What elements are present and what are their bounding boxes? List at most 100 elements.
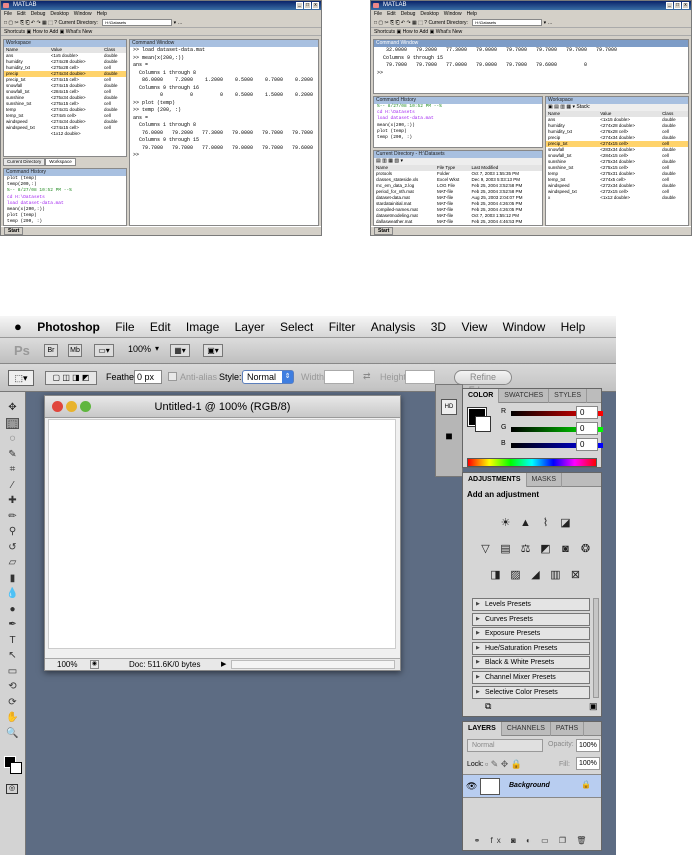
eraser-tool-icon[interactable]: ▱ [6,557,19,568]
close-icon[interactable]: x [682,2,689,9]
tab-swatches[interactable]: SWATCHES [499,389,550,403]
screen-mode-icon[interactable]: ▣▾ [203,344,223,357]
current-dir-field[interactable]: H:\Datasets [102,19,173,27]
curves-icon[interactable]: ⌇ [539,517,552,530]
tab-styles[interactable]: STYLES [549,389,588,403]
blur-tool-icon[interactable]: 💧 [6,588,19,599]
document-zoom[interactable]: 100% [57,659,77,670]
zoom-level[interactable]: 100% [128,344,151,354]
crop-tool-icon[interactable]: ⌗ [6,464,19,475]
close-icon[interactable] [52,401,63,412]
menu-debug[interactable]: Debug [31,11,46,17]
quick-select-tool-icon[interactable]: ✎ [6,449,19,460]
feather-input[interactable]: 0 px [134,370,162,384]
menu-help[interactable]: Help [561,316,586,338]
whats-new-link[interactable]: What's New [66,29,93,35]
dir-toolbar[interactable]: ▤ ▥ ▦ ▧ ▾ [374,158,542,165]
menu-desktop[interactable]: Desktop [420,11,438,17]
marquee-tool-preset-icon[interactable]: ⬚▾ [8,370,34,386]
menu-filter[interactable]: Filter [329,316,356,338]
tab-channels[interactable]: CHANNELS [502,722,551,736]
invert-icon[interactable]: ◨ [489,569,502,582]
canvas[interactable] [48,419,396,649]
tab-current-directory[interactable]: Current Directory [3,158,46,166]
swap-dimensions-icon[interactable]: ⇄ [363,371,371,382]
minimize-icon[interactable] [66,401,77,412]
blend-mode-select[interactable]: Normal [467,739,543,752]
menu-photoshop[interactable]: Photoshop [37,316,100,338]
history-brush-icon[interactable]: ↺ [6,542,19,553]
tab-workspace[interactable]: Workspace [45,158,76,166]
antialias-checkbox[interactable] [168,372,177,381]
clone-stamp-icon[interactable]: ⚲ [6,526,19,537]
shortcuts-label[interactable]: Shortcuts [374,29,395,35]
tab-adjustments[interactable]: ADJUSTMENTS [463,473,527,487]
hand-tool-icon[interactable]: ✋ [6,712,19,723]
posterize-icon[interactable]: ▨ [509,569,522,582]
color-balance-icon[interactable]: ⚖ [519,543,532,556]
pen-tool-icon[interactable]: ✒ [6,619,19,630]
arrange-documents-icon[interactable]: ▦▾ [170,344,190,357]
layer-row-background[interactable]: 👁 Background 🔒 [463,774,601,798]
menu-file[interactable]: File [374,11,382,17]
healing-brush-icon[interactable]: ✚ [6,495,19,506]
preset-item[interactable]: Levels Presets [472,598,590,611]
refine-edge-button[interactable]: Refine Edge... [454,370,512,395]
gradient-tool-icon[interactable]: ▮ [6,573,19,584]
selective-color-icon[interactable]: ⊠ [569,569,582,582]
toolbar-icons[interactable]: □ ▢ ✂ ⎘ ⎗ ↶ ↷ ▦ ⬚ ? [374,20,427,26]
photo-filter-icon[interactable]: ◙ [559,543,572,556]
menu-view[interactable]: View [461,316,487,338]
marquee-tool-icon[interactable]: ⬚ [6,417,19,430]
tab-paths[interactable]: PATHS [551,722,585,736]
tab-color[interactable]: COLOR [463,389,500,403]
workspace-row[interactable]: <1x12 double> [4,131,126,137]
color-ramp[interactable] [467,458,597,467]
threshold-icon[interactable]: ◢ [529,569,542,582]
presets-scrollbar[interactable] [593,598,599,698]
minimize-icon[interactable]: _ [296,2,303,9]
selection-mode-icons[interactable]: ▢ ◫ ◨ ◩ [45,371,97,385]
height-input[interactable] [405,370,435,384]
horizontal-scrollbar[interactable] [231,660,395,669]
menu-window[interactable]: Window [444,11,462,17]
menu-image[interactable]: Image [186,316,219,338]
menu-help[interactable]: Help [467,11,477,17]
view-extras-icon[interactable]: ▭▾ [94,344,114,357]
menu-file[interactable]: File [4,11,12,17]
menu-layer[interactable]: Layer [235,316,265,338]
status-arrow-icon[interactable]: ▶ [221,659,226,670]
preset-item[interactable]: Black & White Presets [472,656,590,670]
toolbar-icons[interactable]: □ ▢ ✂ ⎘ ⎗ ↶ ↷ ▦ ⬚ ? [4,20,57,26]
move-tool-icon[interactable]: ✥ [6,402,19,413]
background-color-swatch[interactable] [475,416,491,432]
exposure-icon[interactable]: ◪ [559,517,572,530]
menu-help[interactable]: Help [97,11,107,17]
preset-item[interactable]: Selective Color Presets [472,685,590,699]
menu-desktop[interactable]: Desktop [50,11,68,17]
zoom-dropdown-icon[interactable]: ▾ [155,344,159,353]
green-value[interactable]: 0 [576,422,598,435]
zoom-icon[interactable] [80,401,91,412]
black-white-icon[interactable]: ◩ [539,543,552,556]
brightness-contrast-icon[interactable]: ☀ [499,517,512,530]
start-button[interactable]: Start [374,227,394,235]
preset-item[interactable]: Channel Mixer Presets [472,671,590,684]
blue-value[interactable]: 0 [576,438,598,451]
status-menu-icon[interactable]: ◉ [90,660,99,669]
lock-icons[interactable]: ▫ ✎ ✥ 🔒 [485,759,522,770]
preset-item[interactable]: Exposure Presets [472,627,590,641]
menu-edit[interactable]: Edit [150,316,171,338]
menu-debug[interactable]: Debug [401,11,416,17]
how-to-add-link[interactable]: How to Add [33,29,59,35]
gradient-map-icon[interactable]: ▥ [549,569,562,582]
levels-icon[interactable]: ▲ [519,517,532,530]
type-tool-icon[interactable]: T [6,635,19,646]
tab-masks[interactable]: MASKS [527,473,563,487]
swatch-panel-icon[interactable]: ■ [441,429,457,449]
clip-to-layer-icon[interactable]: ⧉ [485,701,491,712]
apple-icon[interactable]: ● [14,316,22,338]
path-select-icon[interactable]: ↖ [6,650,19,661]
whats-new-link[interactable]: What's New [436,29,463,35]
shortcuts-label[interactable]: Shortcuts [4,29,25,35]
